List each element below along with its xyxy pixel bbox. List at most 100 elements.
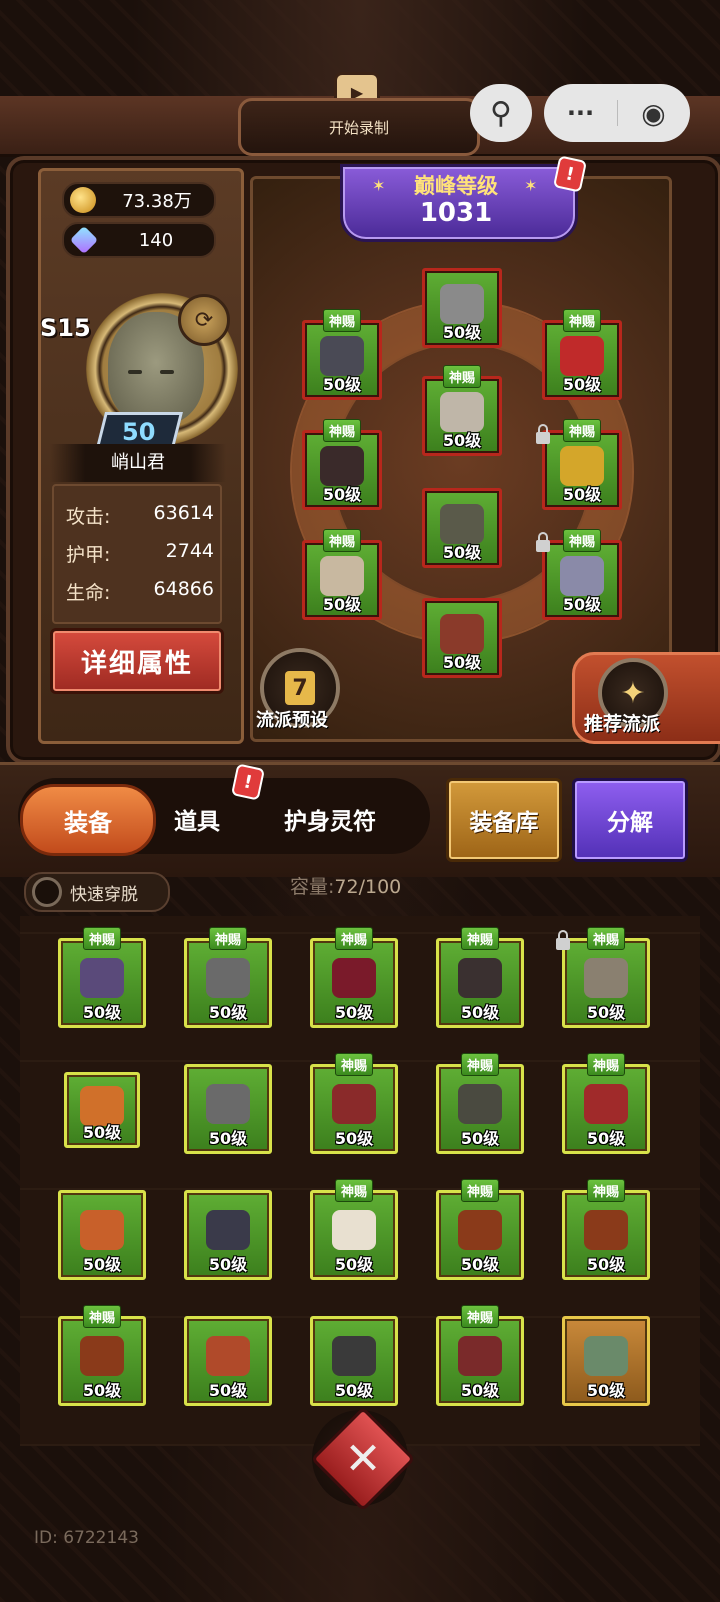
equipment-icon <box>332 1083 376 1124</box>
avatar-icon-button[interactable]: ⚲ <box>470 84 532 142</box>
close-mini-program-button[interactable]: ◉ <box>618 97 690 130</box>
item-level: 50级 <box>562 595 602 614</box>
inventory-item[interactable]: 神赐 50级 <box>310 1179 398 1280</box>
user-avatar-icon: ⚲ <box>490 95 512 131</box>
equipped-slot[interactable]: 神赐 50级 <box>542 529 622 620</box>
divine-tag: 神赐 <box>334 1053 374 1076</box>
equipment-icon <box>584 1209 628 1250</box>
stat-attack: 攻击: 63614 <box>66 502 214 529</box>
quick-equip-toggle[interactable]: 快速穿脱 <box>24 872 170 912</box>
item-level: 50级 <box>208 1129 248 1148</box>
equipment-icon <box>206 1083 250 1124</box>
equipment-icon <box>458 1335 502 1376</box>
refresh-icon[interactable]: ⟳ <box>178 294 230 346</box>
item-level: 50级 <box>334 1381 374 1400</box>
more-menu-button[interactable]: ··· <box>545 99 617 127</box>
quick-equip-label: 快速穿脱 <box>70 884 138 905</box>
divine-tag: 神赐 <box>322 419 362 442</box>
item-level: 50级 <box>586 1003 626 1022</box>
divine-tag: 神赐 <box>586 1179 626 1202</box>
start-recording-button[interactable]: 开始录制 <box>238 98 480 156</box>
lock-icon <box>536 532 550 552</box>
tab-talisman[interactable]: 护身灵符 <box>284 802 376 836</box>
equipment-icon <box>206 957 250 998</box>
divine-tag: 神赐 <box>334 1179 374 1202</box>
item-level: 50级 <box>82 1255 122 1274</box>
item-level: 50级 <box>460 1381 500 1400</box>
equipment-icon <box>440 283 484 324</box>
tab-equipment[interactable]: 装备 <box>20 784 156 856</box>
equipped-slot[interactable]: 神赐 50级 <box>422 365 502 456</box>
preset-book-icon: 7 <box>285 671 315 705</box>
gold-coin-icon <box>70 187 96 213</box>
item-level: 50级 <box>562 375 602 394</box>
thumbs-up-glyph: ✦ <box>620 675 646 711</box>
item-level: 50级 <box>322 375 362 394</box>
capacity-value: 72/100 <box>334 876 402 898</box>
capacity-label: 容量: <box>290 876 335 898</box>
player-level: 50 <box>122 418 156 446</box>
equipped-slot[interactable]: 50级 <box>422 488 502 568</box>
inventory-item[interactable]: 50级 <box>184 1190 272 1280</box>
inventory-item[interactable]: 神赐 50级 <box>562 927 650 1028</box>
divine-tag: 神赐 <box>82 927 122 950</box>
divine-tag: 神赐 <box>562 419 602 442</box>
inventory-item[interactable]: 神赐 50级 <box>436 1179 524 1280</box>
item-level: 50级 <box>334 1255 374 1274</box>
equipment-icon <box>80 1209 124 1250</box>
equipment-icon <box>80 1335 124 1376</box>
inventory-item[interactable]: 神赐 50级 <box>58 927 146 1028</box>
equipped-slot[interactable]: 神赐 50级 <box>542 309 622 400</box>
item-level: 50级 <box>82 1381 122 1400</box>
mini-program-capsule: ··· ◉ <box>544 84 690 142</box>
inventory-item[interactable]: 神赐 50级 <box>436 927 524 1028</box>
peak-level-title: 巅峰等级 <box>414 174 498 198</box>
inventory-item[interactable]: 50级 <box>184 1316 272 1406</box>
inventory-item[interactable]: 神赐 50级 <box>310 1053 398 1154</box>
inventory-item[interactable]: 神赐 50级 <box>562 1053 650 1154</box>
equipment-icon <box>458 1083 502 1124</box>
inventory-item[interactable]: 神赐 50级 <box>184 927 272 1028</box>
equipped-slot[interactable]: 神赐 50级 <box>302 529 382 620</box>
equipment-icon <box>206 1335 250 1376</box>
equipment-icon <box>458 957 502 998</box>
item-level: 50级 <box>334 1003 374 1022</box>
inventory-item[interactable]: 神赐 50级 <box>436 1305 524 1406</box>
inventory-item[interactable]: 神赐 50级 <box>562 1179 650 1280</box>
item-level: 50级 <box>442 543 482 562</box>
tab-items[interactable]: 道具 <box>174 802 220 836</box>
item-level: 50级 <box>442 323 482 342</box>
inventory-item[interactable]: 50级 <box>310 1316 398 1406</box>
inventory-item[interactable]: 神赐 50级 <box>310 927 398 1028</box>
equipment-icon <box>320 555 364 596</box>
equipped-slot[interactable]: 50级 <box>422 268 502 348</box>
equipment-icon <box>458 1209 502 1250</box>
equipment-warehouse-button[interactable]: 装备库 <box>446 778 562 862</box>
stat-armor: 护甲: 2744 <box>66 540 214 567</box>
equipment-icon <box>560 445 604 486</box>
detail-attributes-button[interactable]: 详细属性 <box>50 628 224 694</box>
inventory-item[interactable]: 50级 <box>58 1190 146 1280</box>
equipped-slot[interactable]: 神赐 50级 <box>302 309 382 400</box>
equipped-slot[interactable]: 50级 <box>422 598 502 678</box>
divine-tag: 神赐 <box>82 1305 122 1328</box>
item-level: 50级 <box>322 485 362 504</box>
player-name: 峭山君 <box>50 444 226 482</box>
item-level: 50级 <box>586 1255 626 1274</box>
stat-value: 63614 <box>153 502 214 524</box>
inventory-item[interactable]: 50级 <box>562 1316 650 1406</box>
inventory-item[interactable]: 50级 <box>184 1064 272 1154</box>
decompose-button[interactable]: 分解 <box>572 778 688 862</box>
gold-amount: 73.38万 <box>122 191 192 212</box>
item-level: 50级 <box>586 1381 626 1400</box>
equipped-slot[interactable]: 神赐 50级 <box>542 419 622 510</box>
equipment-icon <box>560 335 604 376</box>
inventory-item[interactable]: 50级 <box>64 1072 140 1148</box>
inventory-item[interactable]: 神赐 50级 <box>58 1305 146 1406</box>
inventory-item[interactable]: 神赐 50级 <box>436 1053 524 1154</box>
season-badge: S15 <box>40 314 91 342</box>
close-icon: ✕ <box>344 1433 382 1485</box>
equipped-slot[interactable]: 神赐 50级 <box>302 419 382 510</box>
item-level: 50级 <box>442 653 482 672</box>
equipment-icon <box>560 555 604 596</box>
